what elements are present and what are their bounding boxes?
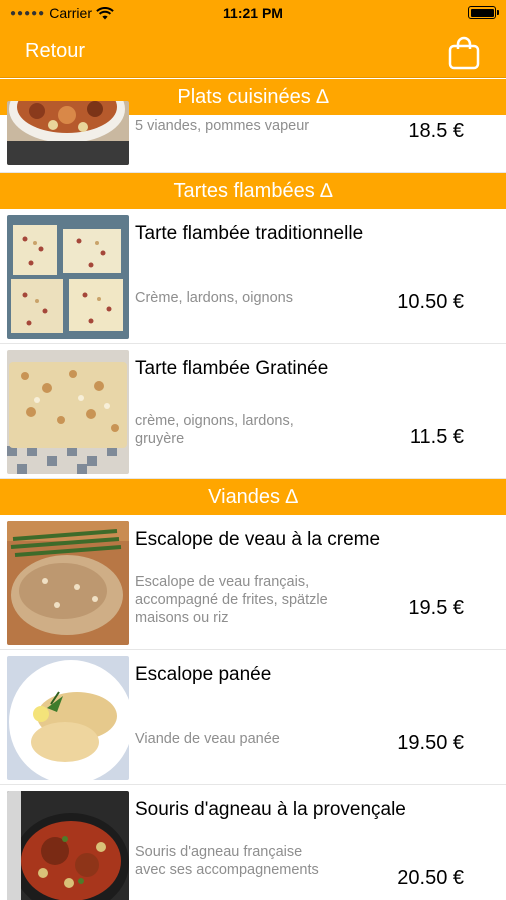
- item-title: Tarte flambée Gratinée: [135, 358, 329, 379]
- dish-image: [7, 101, 129, 165]
- item-price: 18.5 €: [408, 120, 464, 142]
- menu-item-row[interactable]: Tarte flambée traditionnelle Crème, lard…: [0, 209, 506, 344]
- item-price: 19.50 €: [397, 732, 464, 754]
- section-header-tartes-flambees[interactable]: Tartes flambées ∆: [0, 173, 506, 209]
- menu-item-row[interactable]: Souris d'agneau à la provençale Souris d…: [0, 785, 506, 900]
- item-title: Tarte flambée traditionnelle: [135, 223, 364, 244]
- item-price: 11.5 €: [409, 426, 464, 448]
- dish-image: [7, 350, 129, 474]
- item-description: Souris d'agneau française avec ses accom…: [135, 844, 319, 878]
- item-price: 19.5 €: [408, 597, 464, 619]
- item-title: Escalope panée: [135, 664, 272, 685]
- status-time: 11:21 PM: [223, 5, 283, 21]
- dish-image: [7, 656, 129, 780]
- navigation-bar: Retour: [0, 26, 506, 78]
- status-bar: ●●●●● Carrier 11:21 PM: [0, 0, 506, 26]
- dish-image: [7, 215, 129, 339]
- dish-image: [7, 521, 129, 645]
- item-price: 20.50 €: [397, 867, 464, 889]
- item-description: crème, oignons, lardons, gruyère: [135, 413, 294, 447]
- item-description: Crème, lardons, oignons: [135, 290, 293, 306]
- menu-item-row[interactable]: Escalope de veau à la creme Escalope de …: [0, 515, 506, 650]
- item-description: Viande de veau panée: [135, 731, 280, 747]
- item-title: Escalope de veau à la creme: [135, 529, 381, 550]
- item-description: Escalope de veau français, accompagné de…: [135, 574, 328, 626]
- dish-image: [7, 791, 129, 900]
- item-price: 10.50 €: [397, 291, 464, 313]
- menu-item-row[interactable]: 5 viandes, pommes vapeur 18.5 €: [0, 101, 506, 173]
- item-description: 5 viandes, pommes vapeur: [135, 118, 310, 134]
- menu-item-row[interactable]: Escalope panée Viande de veau panée 19.5…: [0, 650, 506, 785]
- menu-list[interactable]: Plats cuisinées ∆ 5 viandes, pommes vape…: [0, 79, 506, 900]
- shopping-bag-icon[interactable]: [448, 36, 480, 70]
- battery-icon: [468, 6, 499, 19]
- section-header-viandes[interactable]: Viandes ∆: [0, 479, 506, 515]
- item-title: Souris d'agneau à la provençale: [135, 799, 406, 820]
- menu-item-row[interactable]: Tarte flambée Gratinée crème, oignons, l…: [0, 344, 506, 479]
- back-button[interactable]: Retour: [25, 40, 85, 63]
